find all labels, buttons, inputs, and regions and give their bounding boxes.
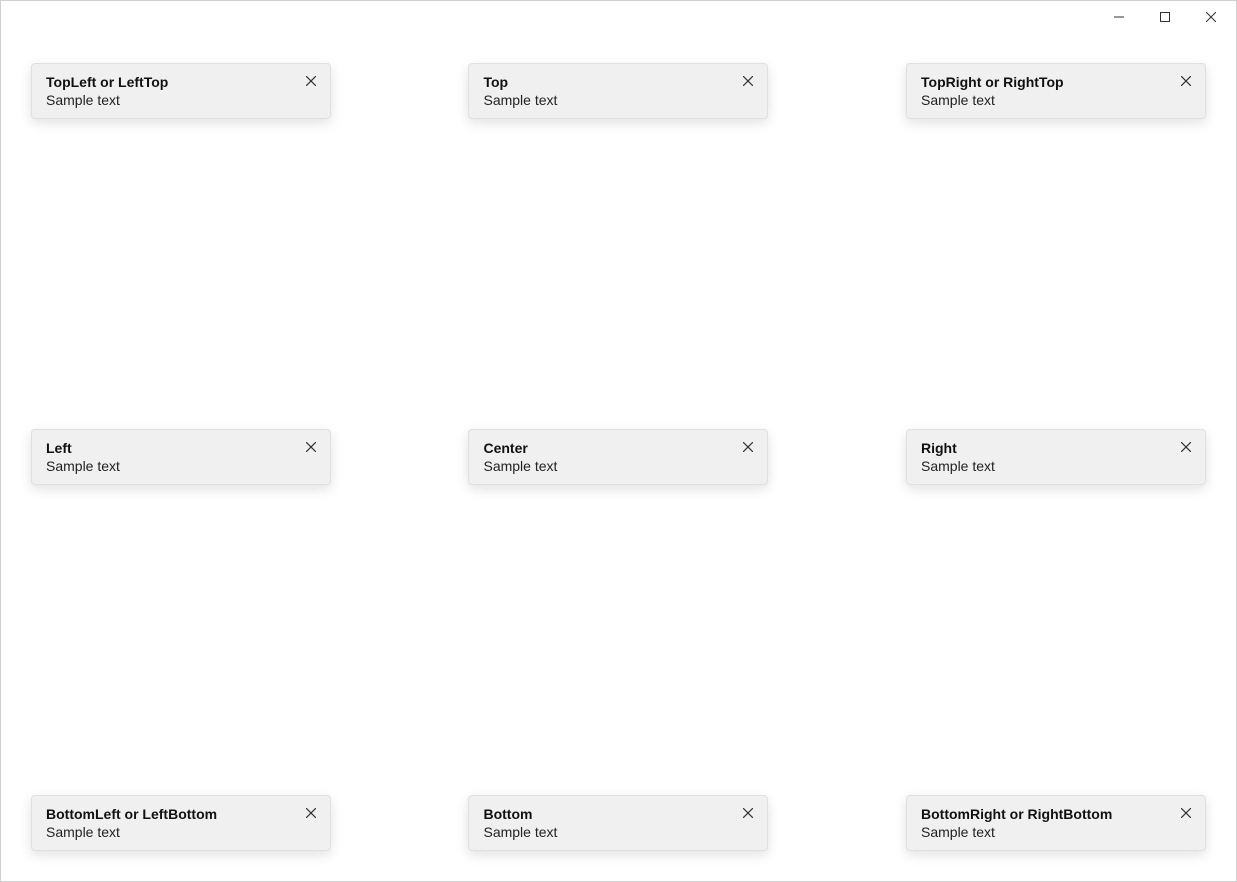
card-body: Sample text	[483, 458, 753, 474]
titlebar	[1, 1, 1236, 33]
card-title: TopRight or RightTop	[921, 74, 1191, 90]
card-close-button[interactable]	[302, 804, 320, 822]
card-title: Left	[46, 440, 316, 456]
cell-left: Left Sample text	[31, 326, 349, 589]
card-left: Left Sample text	[31, 429, 331, 485]
card-top-left: TopLeft or LeftTop Sample text	[31, 63, 331, 119]
card-body: Sample text	[46, 458, 316, 474]
card-title: Right	[921, 440, 1191, 456]
cell-bottom-right: BottomRight or RightBottom Sample text	[888, 588, 1206, 851]
card-top-right: TopRight or RightTop Sample text	[906, 63, 1206, 119]
cell-top: Top Sample text	[459, 63, 777, 326]
card-bottom-left: BottomLeft or LeftBottom Sample text	[31, 795, 331, 851]
card-close-button[interactable]	[302, 72, 320, 90]
card-body: Sample text	[46, 92, 316, 108]
card-close-button[interactable]	[1177, 72, 1195, 90]
card-body: Sample text	[921, 92, 1191, 108]
card-close-button[interactable]	[302, 438, 320, 456]
close-icon	[743, 442, 753, 452]
card-center: Center Sample text	[468, 429, 768, 485]
minimize-icon	[1114, 12, 1124, 22]
card-close-button[interactable]	[739, 804, 757, 822]
cell-bottom-left: BottomLeft or LeftBottom Sample text	[31, 588, 349, 851]
card-close-button[interactable]	[1177, 438, 1195, 456]
card-body: Sample text	[483, 824, 753, 840]
content-area: TopLeft or LeftTop Sample text Top Sampl…	[1, 33, 1236, 881]
card-close-button[interactable]	[1177, 804, 1195, 822]
card-body: Sample text	[921, 824, 1191, 840]
close-button[interactable]	[1188, 2, 1234, 32]
cell-bottom: Bottom Sample text	[459, 588, 777, 851]
card-title: BottomLeft or LeftBottom	[46, 806, 316, 822]
close-icon	[1181, 76, 1191, 86]
card-bottom-right: BottomRight or RightBottom Sample text	[906, 795, 1206, 851]
close-icon	[1181, 442, 1191, 452]
card-title: Top	[483, 74, 753, 90]
close-icon	[1206, 12, 1216, 22]
cell-center: Center Sample text	[459, 326, 777, 589]
cell-top-right: TopRight or RightTop Sample text	[888, 63, 1206, 326]
card-title: TopLeft or LeftTop	[46, 74, 316, 90]
card-body: Sample text	[921, 458, 1191, 474]
card-right: Right Sample text	[906, 429, 1206, 485]
close-icon	[743, 808, 753, 818]
close-icon	[306, 808, 316, 818]
card-close-button[interactable]	[739, 72, 757, 90]
card-bottom: Bottom Sample text	[468, 795, 768, 851]
card-top: Top Sample text	[468, 63, 768, 119]
maximize-icon	[1160, 12, 1170, 22]
close-icon	[306, 76, 316, 86]
card-body: Sample text	[46, 824, 316, 840]
close-icon	[1181, 808, 1191, 818]
card-title: Bottom	[483, 806, 753, 822]
app-window: TopLeft or LeftTop Sample text Top Sampl…	[0, 0, 1237, 882]
card-close-button[interactable]	[739, 438, 757, 456]
card-title: BottomRight or RightBottom	[921, 806, 1191, 822]
window-controls	[1096, 2, 1234, 32]
close-icon	[306, 442, 316, 452]
close-icon	[743, 76, 753, 86]
cell-top-left: TopLeft or LeftTop Sample text	[31, 63, 349, 326]
card-body: Sample text	[483, 92, 753, 108]
cell-right: Right Sample text	[888, 326, 1206, 589]
minimize-button[interactable]	[1096, 2, 1142, 32]
maximize-button[interactable]	[1142, 2, 1188, 32]
card-title: Center	[483, 440, 753, 456]
